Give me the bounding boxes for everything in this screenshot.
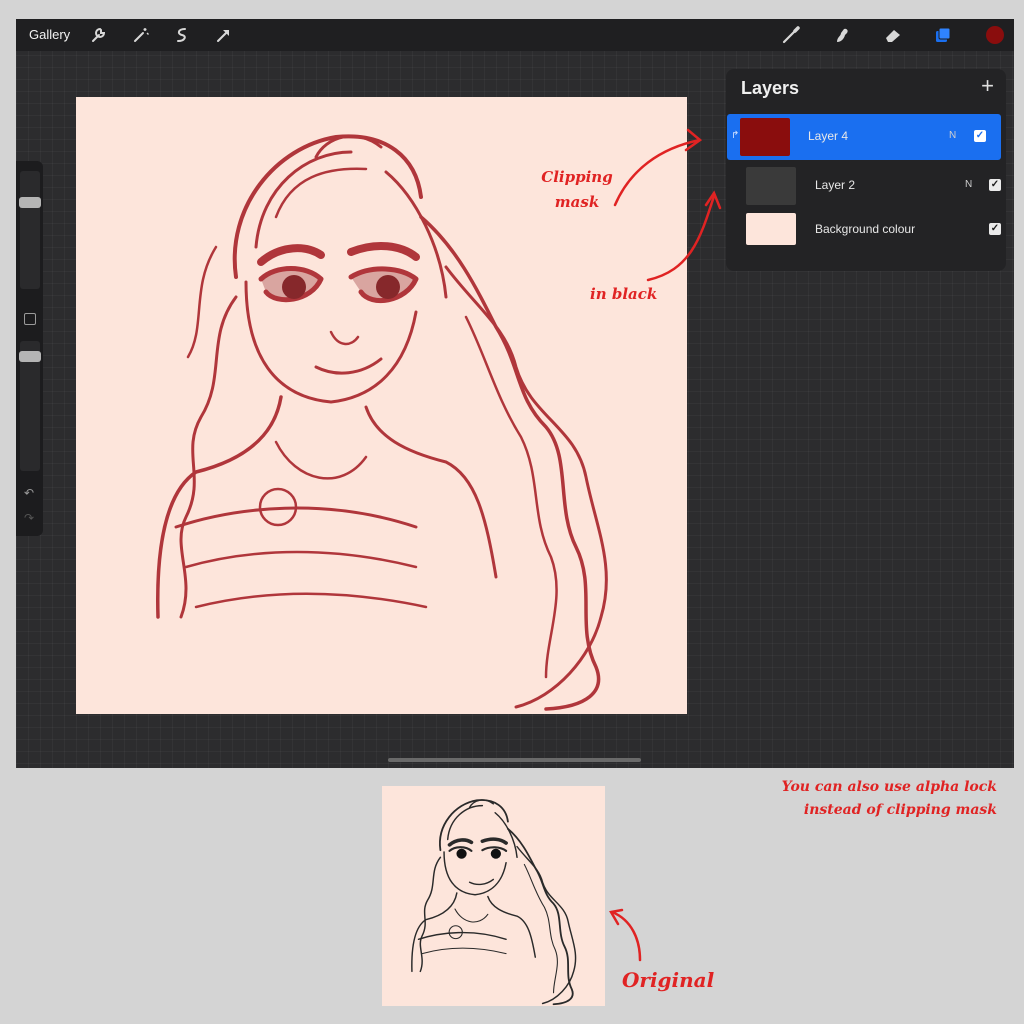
visibility-checkbox[interactable]: ✓	[974, 130, 986, 142]
layers-panel: Layers + ↱ Layer 4 N ✓ Layer 2 N ✓ Backg…	[726, 69, 1006, 271]
layer-row-layer-4[interactable]: ↱ Layer 4 N ✓	[727, 114, 1001, 160]
transform-arrow-icon[interactable]	[214, 25, 234, 45]
top-toolbar: Gallery	[16, 19, 1014, 51]
brush-icon[interactable]	[781, 25, 801, 45]
blend-mode-button[interactable]: N	[949, 130, 956, 141]
layer-name: Layer 2	[815, 178, 856, 192]
brush-size-slider[interactable]	[20, 171, 40, 289]
undo-icon[interactable]: ↶	[24, 486, 34, 500]
annotation-clipping-mask: Clipping mask	[541, 168, 613, 211]
brush-size-handle[interactable]	[19, 197, 41, 208]
visibility-checkbox[interactable]: ✓	[989, 179, 1001, 191]
color-swatch[interactable]	[985, 25, 1005, 45]
annotation-in-black: in black	[590, 285, 658, 303]
layers-icon[interactable]	[933, 25, 953, 45]
annotation-alpha-lock-line1: You can also use alpha lock	[781, 779, 997, 795]
home-indicator	[388, 758, 641, 762]
layer-row-layer-2[interactable]: Layer 2 N ✓	[726, 163, 1006, 209]
layer-thumbnail	[746, 167, 796, 205]
layer-name: Layer 4	[808, 129, 849, 143]
gallery-button[interactable]: Gallery	[29, 27, 70, 42]
procreate-screen: Gallery ↶ ↷ Layers + ↱ Layer 4 N ✓ Layer…	[16, 19, 1014, 768]
redo-icon[interactable]: ↷	[24, 511, 34, 525]
add-layer-button[interactable]: +	[981, 75, 994, 97]
layer-name: Background colour	[815, 222, 916, 236]
layer-row-background[interactable]: Background colour ✓	[726, 207, 1006, 253]
layer-thumbnail	[746, 213, 796, 245]
layers-title: Layers	[741, 78, 800, 98]
eraser-icon[interactable]	[883, 25, 903, 45]
side-toolbar: ↶ ↷	[16, 161, 43, 536]
modify-button[interactable]	[24, 313, 36, 325]
wrench-icon[interactable]	[88, 25, 108, 45]
original-sketch-drawing	[411, 799, 577, 1006]
opacity-handle[interactable]	[19, 351, 41, 362]
visibility-checkbox[interactable]: ✓	[989, 223, 1001, 235]
annotation-original: Original	[622, 968, 715, 992]
annotation-alpha-lock-line2: instead of clipping mask	[803, 802, 997, 818]
smudge-icon[interactable]	[832, 25, 852, 45]
layer-thumbnail	[740, 118, 790, 156]
blend-mode-button[interactable]: N	[965, 179, 972, 190]
annotation-alpha-lock: You can also use alpha lock instead of c…	[735, 776, 997, 822]
original-sketch-image	[382, 786, 605, 1006]
clipping-indicator-icon: ↱	[731, 130, 740, 141]
magic-wand-icon[interactable]	[131, 25, 151, 45]
selection-icon[interactable]	[172, 25, 192, 45]
